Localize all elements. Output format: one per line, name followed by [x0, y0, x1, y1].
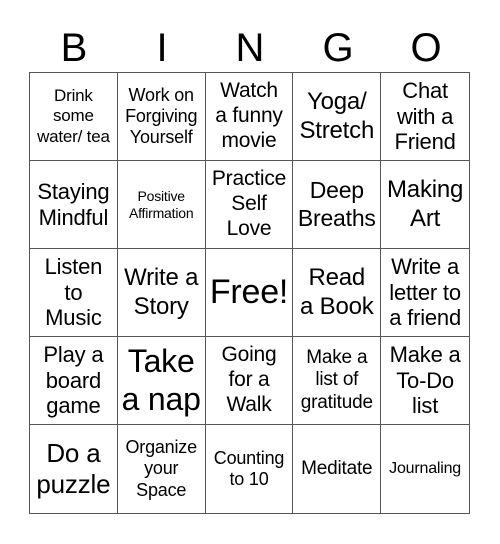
bingo-grid: Drink some water/ tea Work on Forgiving Y…: [29, 72, 470, 514]
bingo-cell[interactable]: Practice Self Love: [205, 161, 294, 249]
bingo-cell[interactable]: Watch a funny movie: [205, 73, 294, 161]
bingo-cell[interactable]: Read a Book: [293, 249, 382, 337]
bingo-cell[interactable]: Make a To-Do list: [381, 337, 469, 425]
bingo-cell-free[interactable]: Free!: [205, 249, 294, 337]
bingo-header: B I N G O: [30, 26, 470, 70]
bingo-cell[interactable]: Listen to Music: [30, 249, 118, 337]
bingo-cell[interactable]: Play a board game: [30, 337, 118, 425]
header-letter-b: B: [60, 26, 88, 70]
bingo-cell[interactable]: Deep Breaths: [293, 161, 382, 249]
header-letter-n: N: [235, 26, 265, 70]
header-letter-g: G: [322, 26, 354, 70]
bingo-cell[interactable]: Positive Affirmation: [117, 161, 206, 249]
header-letter-i: I: [156, 26, 168, 70]
bingo-cell[interactable]: Work on Forgiving Yourself: [117, 73, 206, 161]
bingo-cell[interactable]: Make a list of gratitude: [293, 337, 382, 425]
bingo-cell[interactable]: Meditate: [293, 425, 382, 513]
bingo-cell[interactable]: Yoga/ Stretch: [293, 73, 382, 161]
bingo-cell[interactable]: Drink some water/ tea: [30, 73, 118, 161]
header-letter-o: O: [410, 26, 442, 70]
bingo-cell[interactable]: Write a Story: [117, 249, 206, 337]
bingo-cell[interactable]: Chat with a Friend: [381, 73, 469, 161]
bingo-cell[interactable]: Staying Mindful: [30, 161, 118, 249]
bingo-cell[interactable]: Counting to 10: [206, 425, 294, 513]
bingo-cell[interactable]: Journaling: [381, 425, 469, 513]
bingo-cell[interactable]: Do a puzzle: [30, 425, 118, 513]
bingo-cell[interactable]: Take a nap: [117, 337, 206, 425]
bingo-cell[interactable]: Write a letter to a friend: [381, 249, 469, 337]
bingo-cell[interactable]: Going for a Walk: [205, 337, 294, 425]
bingo-cell[interactable]: Making Art: [381, 161, 469, 249]
bingo-cell[interactable]: Organize your Space: [118, 425, 206, 513]
